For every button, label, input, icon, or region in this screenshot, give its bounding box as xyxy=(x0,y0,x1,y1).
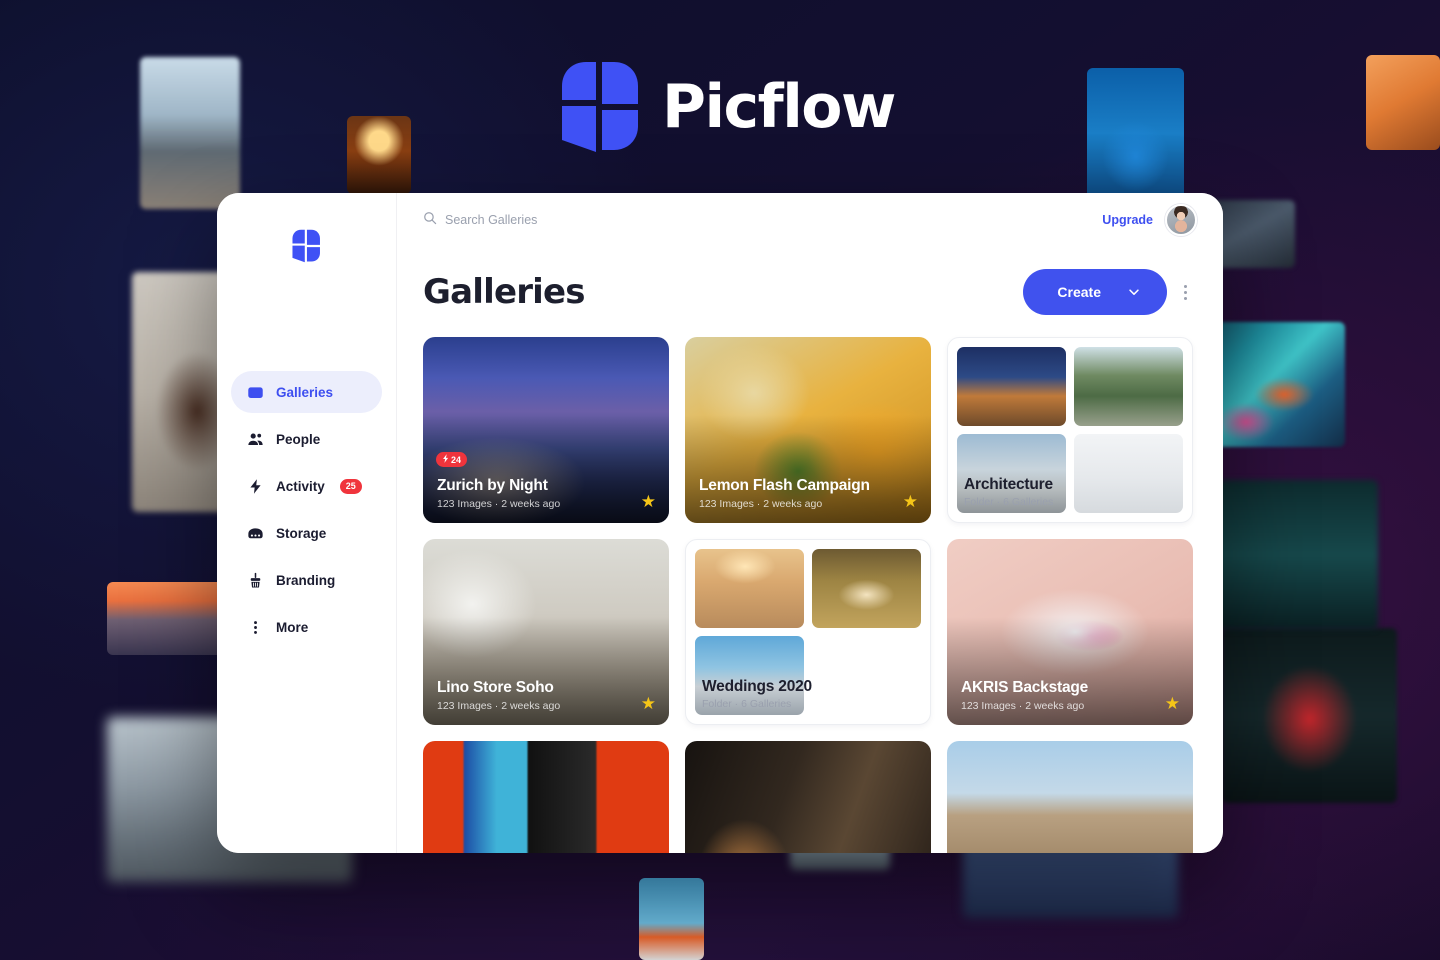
create-button-label: Create xyxy=(1057,284,1101,300)
sidebar-item-label: Storage xyxy=(276,525,327,541)
card-meta: Lemon Flash Campaign 123 Images · 2 weeks… xyxy=(699,477,885,510)
bg-photo-phone-shoe xyxy=(639,878,704,960)
search-placeholder: Search Galleries xyxy=(445,213,538,227)
card-subtitle: 123 Images · 2 weeks ago xyxy=(699,498,823,510)
activity-count-badge: 24 xyxy=(436,452,468,467)
sidebar-item-storage[interactable]: Storage xyxy=(231,512,382,554)
branding-icon xyxy=(247,572,264,589)
sidebar-item-branding[interactable]: Branding xyxy=(231,559,382,601)
folder-thumbnail xyxy=(1074,434,1183,513)
search-icon xyxy=(423,211,437,230)
bg-photo-teal-dark xyxy=(1218,480,1378,630)
gallery-card-gallery-row3-2[interactable] xyxy=(685,741,931,853)
star-icon[interactable]: ★ xyxy=(1165,695,1180,712)
gallery-card-gallery-row3-1[interactable] xyxy=(423,741,669,853)
sidebar-nav: Galleries People Activity 25 Storage Branding… xyxy=(217,371,396,648)
card-title: Lino Store Soho xyxy=(437,679,554,696)
gallery-grid: Zurich by Night 123 Images · 2 weeks ago 2… xyxy=(397,315,1223,853)
page-header: Galleries Create xyxy=(397,247,1223,315)
storage-icon xyxy=(247,525,264,542)
card-meta: AKRIS Backstage 123 Images · 2 weeks ago xyxy=(961,679,1147,712)
folder-thumbnail xyxy=(957,347,1066,426)
page-title: Galleries xyxy=(423,272,586,312)
picflow-logo-icon xyxy=(556,60,640,154)
folder-thumbnail xyxy=(812,636,921,715)
bg-photo-mountain-hand xyxy=(140,57,240,209)
folder-title: Weddings 2020 xyxy=(702,678,812,695)
kebab-dot xyxy=(1183,296,1187,300)
avatar[interactable] xyxy=(1165,204,1197,236)
upgrade-link[interactable]: Upgrade xyxy=(1102,213,1153,227)
card-meta: Lino Store Soho 123 Images · 2 weeks ago xyxy=(437,679,623,712)
gallery-card-lino-store-soho[interactable]: Lino Store Soho 123 Images · 2 weeks ago ★ xyxy=(423,539,669,725)
activity-icon xyxy=(247,478,264,495)
card-meta: Zurich by Night 123 Images · 2 weeks ago xyxy=(437,477,623,510)
picflow-app-window: Galleries People Activity 25 Storage Branding… xyxy=(217,193,1223,853)
sidebar-item-label: Activity xyxy=(276,478,325,494)
main-content: Search Galleries Upgrade Galleries Creat… xyxy=(397,193,1223,853)
card-title: Zurich by Night xyxy=(437,477,548,494)
folder-thumbnail xyxy=(812,549,921,628)
sidebar-item-label: People xyxy=(276,431,321,447)
bg-photo-blue-abstract xyxy=(1087,68,1184,210)
gallery-card-architecture[interactable]: Architecture Folder · 6 Galleries xyxy=(947,337,1193,523)
activity-badge: 25 xyxy=(339,478,362,494)
sidebar-item-label: More xyxy=(276,619,309,635)
chevron-down-icon[interactable] xyxy=(1123,285,1167,299)
folder-meta: Architecture Folder · 6 Galleries xyxy=(964,476,1053,508)
gallery-card-zurich-by-night[interactable]: Zurich by Night 123 Images · 2 weeks ago 2… xyxy=(423,337,669,523)
folder-thumbnail xyxy=(1074,347,1183,426)
people-icon xyxy=(247,431,264,448)
bolt-icon xyxy=(442,454,449,465)
bg-photo-lamp xyxy=(347,116,411,194)
folder-title: Architecture xyxy=(964,476,1053,493)
bg-photo-red-figure xyxy=(1222,628,1397,803)
top-bar-actions: Upgrade xyxy=(1102,204,1197,236)
card-subtitle: 123 Images · 2 weeks ago xyxy=(437,700,561,712)
bg-photo-orange-desert xyxy=(1366,55,1440,150)
gallery-card-gallery-row3-3[interactable] xyxy=(947,741,1193,853)
galleries-icon xyxy=(247,384,264,401)
picflow-brand-lockup: Picflow xyxy=(556,60,896,154)
card-title: AKRIS Backstage xyxy=(961,679,1089,696)
folder-subtitle: Folder · 6 Galleries xyxy=(964,496,1054,508)
kebab-dot xyxy=(1183,290,1187,294)
card-title: Lemon Flash Campaign xyxy=(699,477,870,494)
sidebar: Galleries People Activity 25 Storage Branding… xyxy=(217,193,397,853)
card-subtitle: 123 Images · 2 weeks ago xyxy=(437,498,561,510)
search-input[interactable]: Search Galleries xyxy=(423,211,1102,230)
folder-meta: Weddings 2020 Folder · 6 Galleries xyxy=(702,678,812,710)
sidebar-item-more[interactable]: More xyxy=(231,606,382,648)
kebab-dot xyxy=(1183,284,1187,288)
gallery-card-weddings-2020[interactable]: Weddings 2020 Folder · 6 Galleries xyxy=(685,539,931,725)
sidebar-item-activity[interactable]: Activity 25 xyxy=(231,465,382,507)
folder-thumbnail xyxy=(695,549,804,628)
more-options-button[interactable] xyxy=(1173,284,1197,300)
card-subtitle: 123 Images · 2 weeks ago xyxy=(961,700,1085,712)
gallery-card-lemon-flash-campaign[interactable]: Lemon Flash Campaign 123 Images · 2 weeks… xyxy=(685,337,931,523)
sidebar-logo-icon[interactable] xyxy=(217,221,396,263)
sidebar-item-galleries[interactable]: Galleries xyxy=(231,371,382,413)
star-icon[interactable]: ★ xyxy=(903,493,918,510)
star-icon[interactable]: ★ xyxy=(641,695,656,712)
sidebar-item-label: Galleries xyxy=(276,384,334,400)
more-icon xyxy=(247,619,264,636)
page-background: Picflow Galleries People Activity 25 Storage… xyxy=(0,0,1440,960)
folder-subtitle: Folder · 6 Galleries xyxy=(702,698,792,710)
sidebar-item-people[interactable]: People xyxy=(231,418,382,460)
picflow-wordmark: Picflow xyxy=(662,72,896,142)
create-button[interactable]: Create xyxy=(1023,269,1167,315)
gallery-card-akris-backstage[interactable]: AKRIS Backstage 123 Images · 2 weeks ago ★ xyxy=(947,539,1193,725)
sidebar-item-label: Branding xyxy=(276,572,336,588)
top-bar: Search Galleries Upgrade xyxy=(397,193,1223,247)
star-icon[interactable]: ★ xyxy=(641,493,656,510)
activity-count: 24 xyxy=(451,454,462,465)
